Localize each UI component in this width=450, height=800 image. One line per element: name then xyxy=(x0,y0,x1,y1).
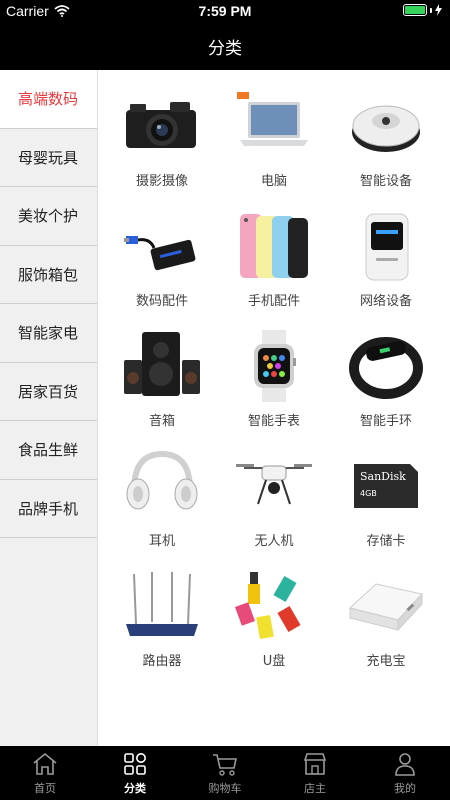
product-item[interactable]: 智能设备 xyxy=(330,88,442,208)
product-label: 手机配件 xyxy=(247,294,300,309)
card-reader-icon xyxy=(124,236,196,271)
category-content: 摄影摄像 电脑 智能设备 数码配件 手机配件 网络设备 音箱 智能手表 智能手环… xyxy=(98,70,450,746)
product-item[interactable]: 音箱 xyxy=(106,328,218,448)
product-label: U盘 xyxy=(262,654,286,669)
sidebar-item-baby-toys[interactable]: 母婴玩具 xyxy=(0,129,97,187)
product-label: 音箱 xyxy=(148,414,175,429)
speaker-icon xyxy=(124,332,200,396)
product-item[interactable]: 无人机 xyxy=(218,448,330,568)
laptop-icon xyxy=(237,92,308,146)
product-item[interactable]: 电脑 xyxy=(218,88,330,208)
sidebar-item-label: 高端数码 xyxy=(18,90,79,109)
product-item[interactable]: 智能手环 xyxy=(330,328,442,448)
product-label: 数码配件 xyxy=(135,294,188,309)
sd-card-icon: SanDisk 4GB xyxy=(354,464,418,508)
status-time: 7:59 PM xyxy=(198,3,252,19)
router-icon xyxy=(126,572,198,636)
sidebar-item-household[interactable]: 居家百货 xyxy=(0,363,97,421)
page-title: 分类 xyxy=(208,38,242,59)
sidebar-item-label: 智能家电 xyxy=(18,324,79,343)
headphones-icon xyxy=(126,450,198,510)
tab-label: 分类 xyxy=(124,782,146,795)
product-label: 耳机 xyxy=(148,534,175,549)
product-label: 路由器 xyxy=(142,654,182,669)
fitness-band-icon xyxy=(349,337,423,399)
product-label: 电脑 xyxy=(260,174,287,189)
product-item[interactable]: U盘 xyxy=(218,568,330,688)
tab-mine[interactable]: 我的 xyxy=(360,746,450,800)
tab-label: 店主 xyxy=(304,782,326,795)
product-grid: 摄影摄像 电脑 智能设备 数码配件 手机配件 网络设备 音箱 智能手表 智能手环… xyxy=(106,88,442,688)
product-item[interactable]: 耳机 xyxy=(106,448,218,568)
power-bank-icon xyxy=(348,583,423,632)
usb-drive-icon xyxy=(235,572,301,640)
tab-store[interactable]: 店主 xyxy=(270,746,360,800)
sidebar-item-label: 服饰箱包 xyxy=(18,265,79,284)
product-label: 充电宝 xyxy=(366,654,406,669)
product-label: 智能设备 xyxy=(359,174,412,189)
charging-bolt-icon xyxy=(435,4,442,16)
robot-vacuum-icon xyxy=(352,105,420,152)
user-icon xyxy=(395,753,415,776)
product-item[interactable]: 网络设备 xyxy=(330,208,442,328)
product-item[interactable]: 路由器 xyxy=(106,568,218,688)
store-icon xyxy=(303,753,327,775)
tab-cart[interactable]: 购物车 xyxy=(180,746,270,800)
sidebar-item-appliances[interactable]: 智能家电 xyxy=(0,304,97,363)
product-label: 存储卡 xyxy=(366,534,406,549)
category-icon xyxy=(124,753,146,775)
home-icon xyxy=(33,752,57,775)
product-label: 网络设备 xyxy=(359,294,412,309)
sidebar-item-digital[interactable]: 高端数码 xyxy=(0,70,97,129)
sidebar-item-phones[interactable]: 品牌手机 xyxy=(0,480,97,538)
phone-cases-icon xyxy=(240,214,308,278)
nav-bar: 分类 xyxy=(0,22,450,70)
sidebar-item-label: 母婴玩具 xyxy=(18,148,79,167)
status-bar: Carrier 7:59 PM xyxy=(0,0,450,22)
sidebar-item-label: 居家百货 xyxy=(18,382,79,401)
battery-indicator xyxy=(403,4,442,16)
mifi-icon xyxy=(365,213,409,281)
tab-label: 首页 xyxy=(34,782,56,795)
category-sidebar: 高端数码 母婴玩具 美妆个护 服饰箱包 智能家电 居家百货 食品生鲜 品牌手机 xyxy=(0,70,98,746)
product-label: 摄影摄像 xyxy=(135,174,188,189)
sidebar-item-label: 美妆个护 xyxy=(18,207,79,226)
sidebar-item-beauty[interactable]: 美妆个护 xyxy=(0,187,97,246)
tab-label: 购物车 xyxy=(208,782,242,795)
tab-label: 我的 xyxy=(394,782,416,795)
smartwatch-icon xyxy=(254,330,296,402)
sidebar-item-label: 品牌手机 xyxy=(18,499,79,518)
tab-home[interactable]: 首页 xyxy=(0,746,90,800)
product-item[interactable]: 充电宝 xyxy=(330,568,442,688)
product-label: 无人机 xyxy=(254,534,294,549)
drone-icon xyxy=(236,464,312,505)
sd-card-brand: SanDisk xyxy=(360,470,406,483)
camera-icon xyxy=(126,102,196,148)
tab-category[interactable]: 分类 xyxy=(90,746,180,800)
cart-icon xyxy=(213,754,237,776)
sidebar-item-food[interactable]: 食品生鲜 xyxy=(0,421,97,480)
tab-bar: 首页 分类 购物车 店主 我的 xyxy=(0,746,450,800)
product-item[interactable]: 智能手表 xyxy=(218,328,330,448)
product-item[interactable]: 数码配件 xyxy=(106,208,218,328)
sidebar-item-apparel[interactable]: 服饰箱包 xyxy=(0,246,97,304)
product-label: 智能手环 xyxy=(359,414,412,429)
sd-card-capacity: 4GB xyxy=(360,489,377,498)
sidebar-item-label: 食品生鲜 xyxy=(18,441,79,460)
product-item[interactable]: 摄影摄像 xyxy=(106,88,218,208)
product-item[interactable]: 手机配件 xyxy=(218,208,330,328)
product-label: 智能手表 xyxy=(247,414,300,429)
product-item[interactable]: SanDisk 4GB 存储卡 xyxy=(330,448,442,568)
battery-icon xyxy=(403,4,427,16)
